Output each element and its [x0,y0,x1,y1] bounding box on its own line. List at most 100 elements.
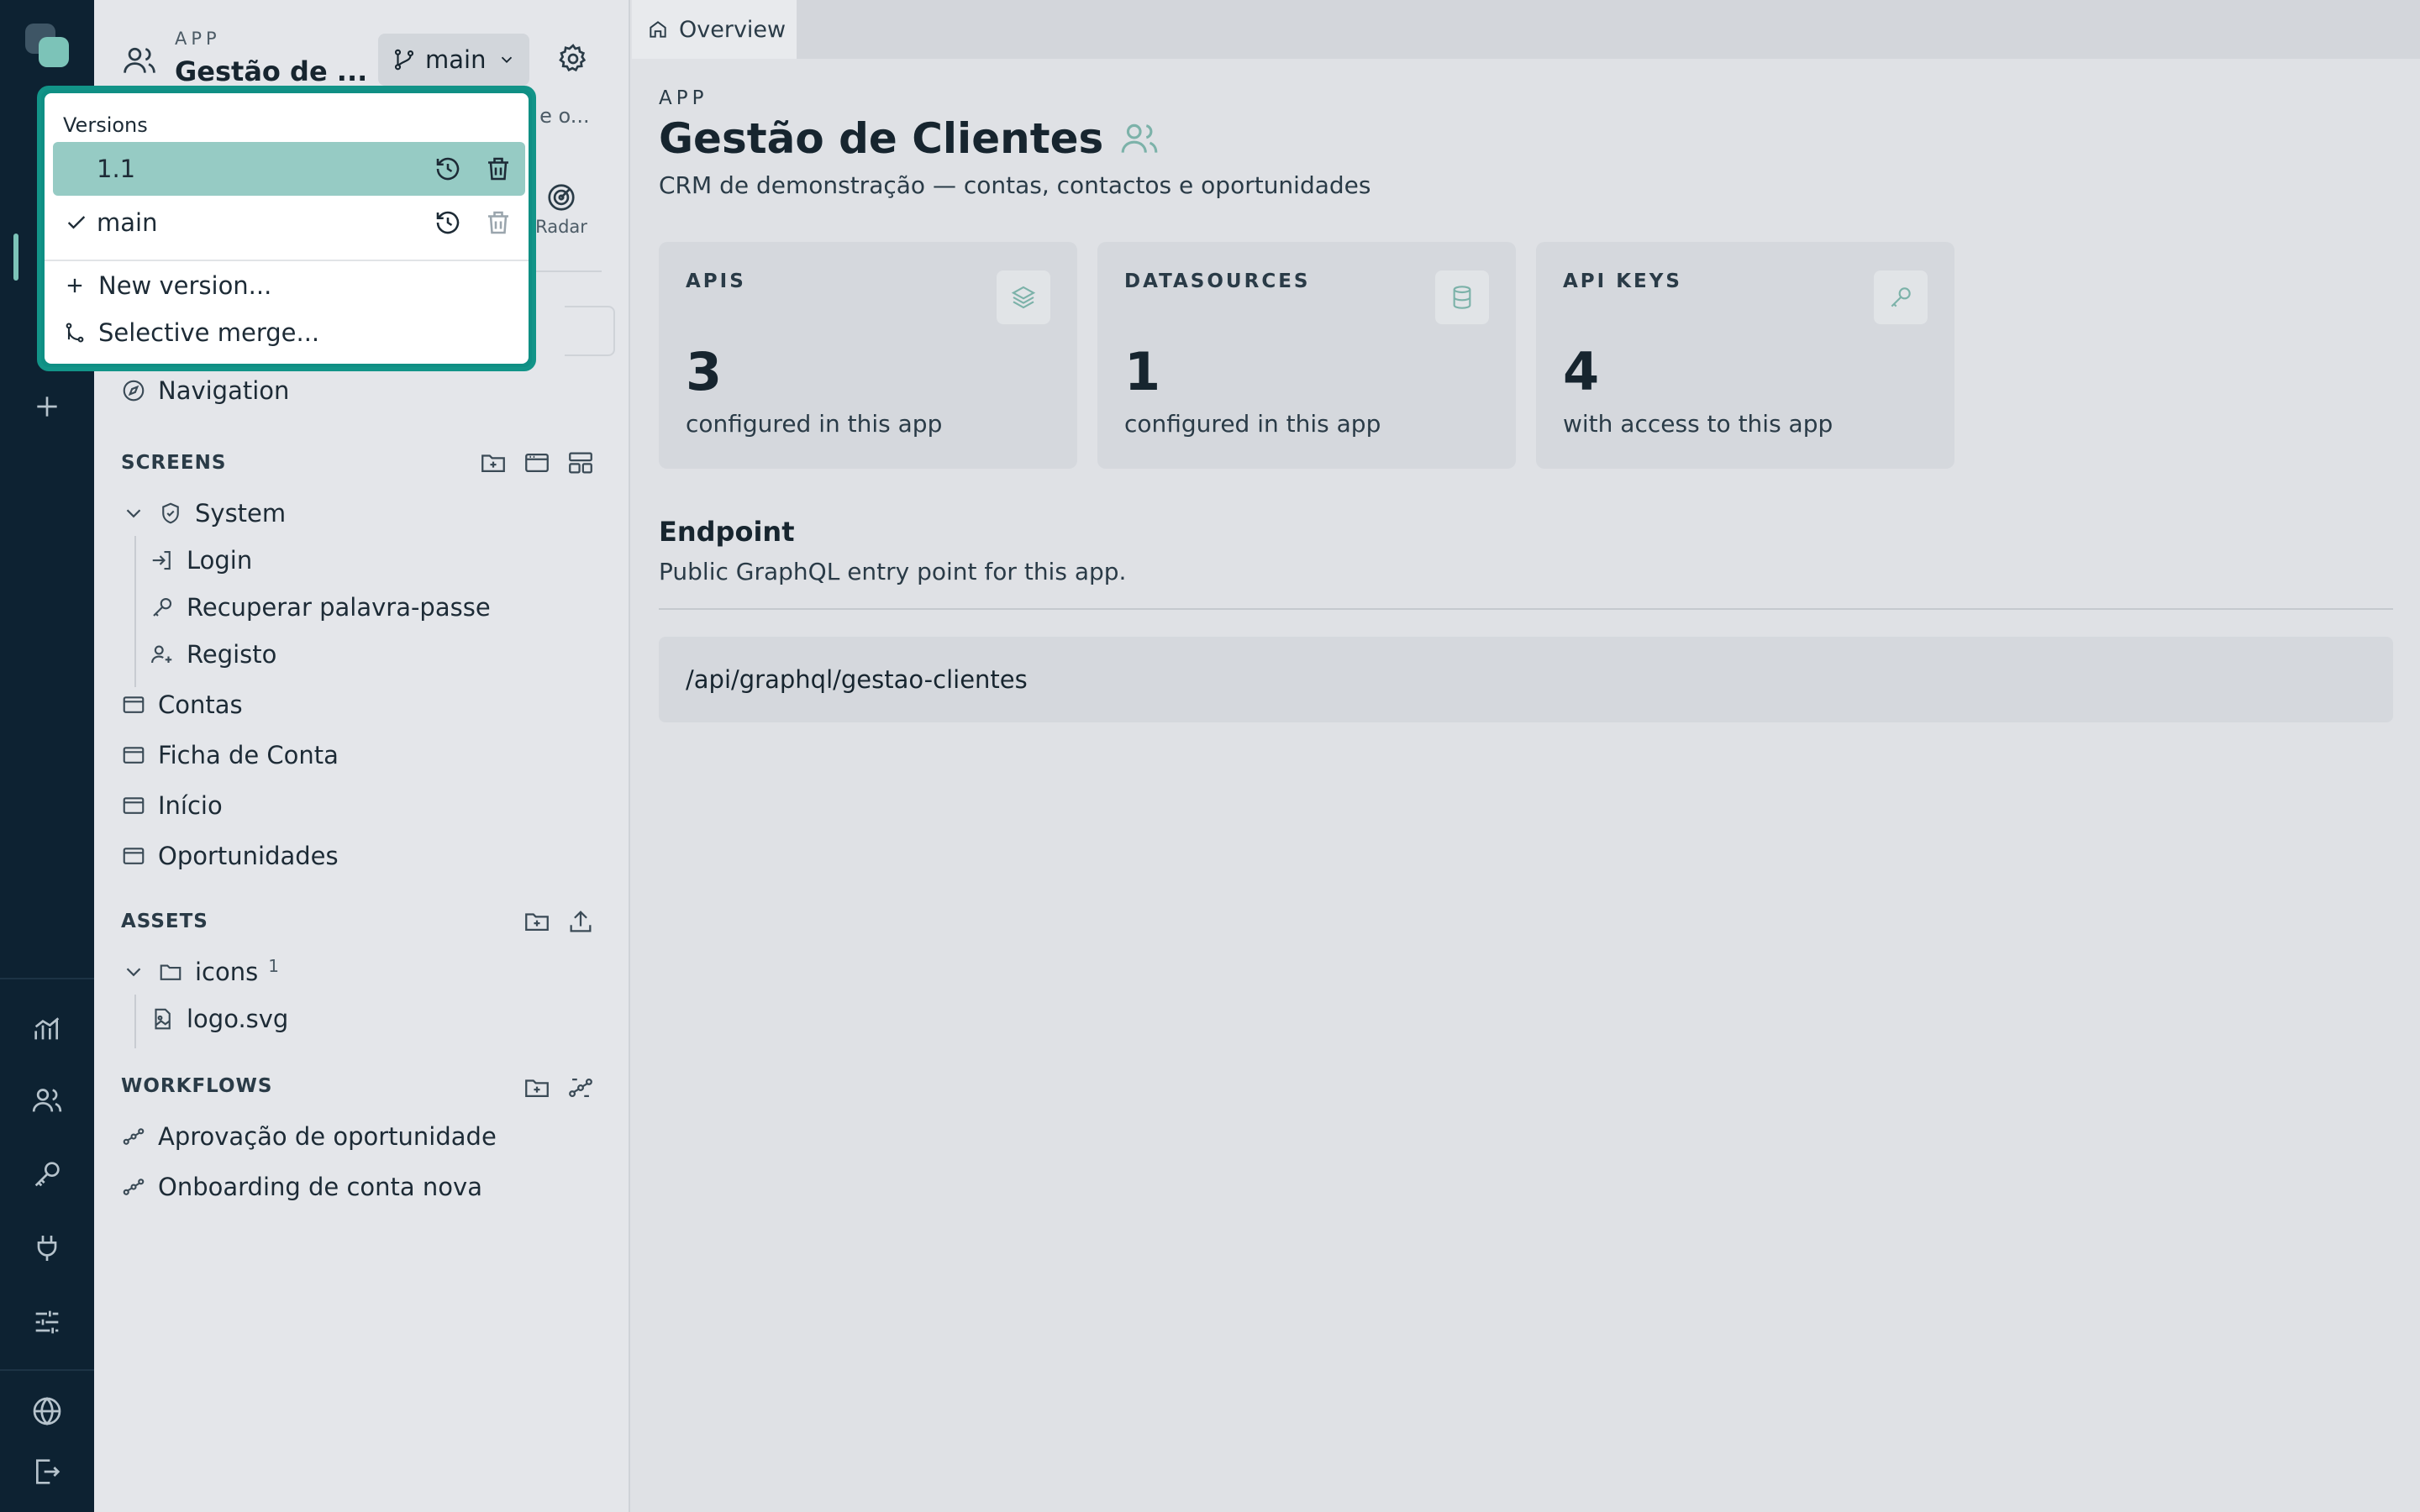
workflow-item[interactable]: Aprovação de oportunidade [121,1122,497,1151]
rail-active-indicator [13,234,18,281]
compass-icon [123,380,145,402]
screen-item-contas[interactable]: Contas [121,690,243,719]
globe-icon[interactable] [30,1394,64,1428]
shield-icon [162,502,179,524]
main-eyebrow: APP [659,87,708,109]
analytics-icon[interactable] [30,1011,64,1045]
tree-guide-line [134,536,136,687]
tree-folder-icons[interactable]: icons 1 [121,956,279,986]
rail-divider [0,1369,94,1371]
screen-label: Contas [158,690,243,719]
versions-header: Versions [63,113,148,137]
card-label: API KEYS [1563,270,1682,292]
navigation-item[interactable]: Navigation [121,376,289,405]
logo-icon[interactable] [25,24,71,71]
chevron-down-icon [126,968,141,977]
dropdown-divider [45,260,529,261]
add-folder-icon[interactable] [523,1074,551,1102]
add-screen-icon[interactable] [523,449,551,477]
workflow-label: Aprovação de oportunidade [158,1122,497,1151]
page-title-text: Gestão de Clientes [659,114,1104,163]
endpoint-title: Endpoint [659,516,795,548]
stat-card-datasources[interactable]: DATASOURCES 1 configured in this app [1097,242,1516,469]
card-label: APIS [686,270,746,292]
git-branch-icon [394,49,414,71]
screen-label: Ficha de Conta [158,741,339,769]
key-icon [153,597,172,617]
stat-card-api-keys[interactable]: API KEYS 4 with access to this app [1536,242,1954,469]
history-icon[interactable] [433,154,463,184]
system-label: System [195,499,287,528]
radar-icon [548,184,575,211]
screen-item-oportunidades[interactable]: Oportunidades [121,842,339,870]
key-icon[interactable] [30,1158,64,1191]
users-icon [121,42,158,79]
radar-label: Radar [535,217,587,237]
radar-button[interactable]: Radar [528,181,595,237]
page-title: Gestão de Clientes [659,114,1160,163]
screen-icon [123,696,145,713]
endpoint-path-field[interactable]: /api/graphql/gestao-clientes [659,637,2393,722]
add-folder-icon[interactable] [479,449,508,477]
screen-icon [123,848,145,864]
sliders-icon[interactable] [30,1305,64,1339]
new-version-label: New version... [98,271,272,300]
screen-item-login[interactable]: Login [150,546,252,575]
tree-folder-system[interactable]: System [121,499,286,528]
tab-overview[interactable]: Overview [632,0,797,59]
card-value: 1 [1124,341,1161,402]
add-icon[interactable] [30,390,64,423]
version-item-main[interactable]: main [53,196,525,249]
add-folder-icon[interactable] [523,907,551,936]
logout-icon[interactable] [30,1455,64,1488]
branch-selector-button[interactable]: main [378,34,529,86]
version-label: 1.1 [97,155,136,183]
search-input[interactable] [565,306,615,356]
screen-item-inicio[interactable]: Início [121,791,223,820]
card-value: 4 [1563,341,1600,402]
user-plus-icon [151,645,172,664]
selective-merge-label: Selective merge... [98,318,320,347]
screen-item-registo[interactable]: Registo [150,640,276,669]
screen-label: Oportunidades [158,842,339,870]
workflow-icon[interactable] [566,1074,595,1102]
card-text: configured in this app [1124,410,1381,438]
app-eyebrow: APP [175,29,221,49]
navigation-label: Navigation [158,376,290,405]
screen-icon [123,797,145,814]
new-version-button[interactable]: New version... [63,271,271,300]
card-label: DATASOURCES [1124,270,1311,292]
selective-merge-button[interactable]: Selective merge... [63,318,319,347]
folder-count: 1 [268,956,279,976]
endpoint-divider [659,608,2393,610]
versions-dropdown: Versions 1.1 main New version... Selecti… [37,86,536,371]
screens-header: SCREENS [121,452,227,474]
folder-label: icons [195,958,259,986]
screen-item-recuperar[interactable]: Recuperar palavra-passe [150,593,491,622]
layout-icon[interactable] [566,449,595,477]
key-icon [1874,270,1928,324]
screen-item-ficha[interactable]: Ficha de Conta [121,741,339,769]
image-file-icon [155,1008,171,1030]
trash-icon [483,207,513,238]
upload-icon[interactable] [566,907,595,936]
trash-icon[interactable] [483,154,513,184]
layers-icon [997,270,1050,324]
asset-item-logo[interactable]: logo.svg [150,1005,288,1033]
version-item-1-1[interactable]: 1.1 [53,142,525,196]
workflow-label: Onboarding de conta nova [158,1173,482,1201]
gear-icon[interactable] [556,42,590,76]
plus-icon [67,278,82,293]
workflow-item[interactable]: Onboarding de conta nova [121,1173,482,1201]
users-icon[interactable] [30,1084,64,1117]
plug-icon[interactable] [30,1231,64,1265]
endpoint-path: /api/graphql/gestao-clientes [686,665,1028,694]
screen-label: Início [158,791,223,820]
tree-guide-line [134,995,136,1048]
history-icon[interactable] [433,207,463,238]
rail-divider [0,978,94,979]
stat-card-apis[interactable]: APIS 3 configured in this app [659,242,1077,469]
card-value: 3 [686,341,723,402]
workflow-icon [123,1179,145,1195]
page-subtitle: CRM de demonstração — contas, contactos … [659,171,1371,199]
